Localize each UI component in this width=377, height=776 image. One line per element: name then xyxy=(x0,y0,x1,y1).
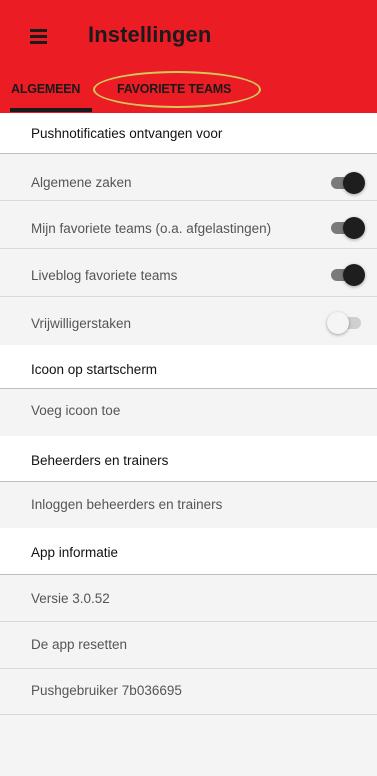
setting-label: Pushgebruiker 7b036695 xyxy=(31,683,182,698)
hamburger-menu-icon[interactable] xyxy=(22,24,48,48)
setting-row-app-resetten[interactable]: De app resetten xyxy=(0,622,377,669)
setting-row-algemene-zaken[interactable]: Algemene zaken xyxy=(0,154,377,201)
setting-label: Algemene zaken xyxy=(31,175,132,190)
tab-algemeen[interactable]: Algemeen xyxy=(11,82,80,96)
toggle-switch-vrijwilligerstaken[interactable] xyxy=(327,312,365,334)
setting-row-vrijwilligerstaken[interactable]: Vrijwilligerstaken xyxy=(0,297,377,345)
toggle-switch-mijn-favoriete-teams[interactable] xyxy=(329,217,365,239)
setting-row-mijn-favoriete-teams[interactable]: Mijn favoriete teams (o.a. afgelastingen… xyxy=(0,201,377,249)
setting-label: Versie 3.0.52 xyxy=(31,591,110,606)
section-header-label: Pushnotificaties ontvangen voor xyxy=(31,126,223,141)
tab-indicator xyxy=(10,108,92,112)
tab-favoriete-teams[interactable]: Favoriete teams xyxy=(117,82,231,96)
setting-label: Vrijwilligerstaken xyxy=(31,316,132,331)
setting-row-voeg-icoon-toe[interactable]: Voeg icoon toe xyxy=(0,389,377,436)
setting-row-liveblog[interactable]: Liveblog favoriete teams xyxy=(0,249,377,297)
section-header-label: Icoon op startscherm xyxy=(31,362,158,377)
toggle-switch-liveblog[interactable] xyxy=(329,264,365,286)
setting-row-pushgebruiker: Pushgebruiker 7b036695 xyxy=(0,669,377,715)
section-header-label: App informatie xyxy=(31,545,119,560)
section-header-label: Beheerders en trainers xyxy=(31,453,169,468)
setting-row-versie: Versie 3.0.52 xyxy=(0,575,377,622)
setting-label: De app resetten xyxy=(31,637,128,652)
section-header-push: Pushnotificaties ontvangen voor xyxy=(0,113,377,154)
section-header-admins: Beheerders en trainers xyxy=(0,436,377,482)
page-title: Instellingen xyxy=(88,22,212,47)
setting-label: Voeg icoon toe xyxy=(31,403,121,418)
setting-label: Inloggen beheerders en trainers xyxy=(31,497,223,512)
app-bar: Instellingen Algemeen Favoriete teams xyxy=(0,0,377,113)
setting-row-inloggen[interactable]: Inloggen beheerders en trainers xyxy=(0,482,377,528)
setting-label: Liveblog favoriete teams xyxy=(31,268,178,283)
toggle-switch-algemene-zaken[interactable] xyxy=(329,172,365,194)
setting-label: Mijn favoriete teams (o.a. afgelastingen… xyxy=(31,221,272,236)
section-header-info: App informatie xyxy=(0,528,377,575)
section-header-icon: Icoon op startscherm xyxy=(0,345,377,389)
